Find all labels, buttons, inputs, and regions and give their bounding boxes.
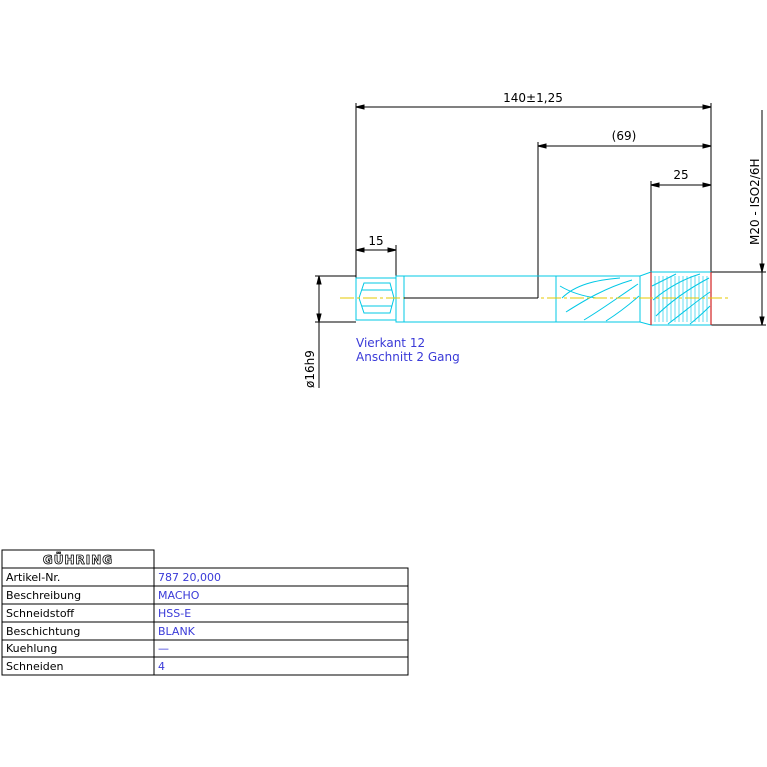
row-value-description: MACHO bbox=[158, 589, 200, 602]
thread-length-label: 25 bbox=[673, 168, 688, 182]
row-label-description: Beschreibung bbox=[6, 589, 81, 602]
row-label-material: Schneidstoff bbox=[6, 607, 75, 620]
row-label-article: Artikel-Nr. bbox=[6, 571, 60, 584]
thread-spec-label: M20 - ISO2/6H bbox=[748, 158, 762, 245]
row-label-cooling: Kuehlung bbox=[6, 642, 57, 655]
row-label-coating: Beschichtung bbox=[6, 625, 80, 638]
row-value-article: 787 20,000 bbox=[158, 571, 221, 584]
square-length-label: 15 bbox=[368, 234, 383, 248]
note-chamfer: Anschnitt 2 Gang bbox=[356, 350, 460, 364]
row-value-coating: BLANK bbox=[158, 625, 196, 638]
shank-diameter-label: ø16h9 bbox=[303, 350, 317, 388]
row-value-cutting-edges: 4 bbox=[158, 660, 165, 673]
row-value-cooling: — bbox=[158, 642, 169, 655]
row-label-cutting-edges: Schneiden bbox=[6, 660, 64, 673]
overall-length-label: 140±1,25 bbox=[503, 91, 563, 105]
ref-length-label: (69) bbox=[612, 129, 637, 143]
technical-drawing: 140±1,25 (69) 25 15 ø16h9 M20 - ISO2/6H bbox=[1, 91, 766, 676]
company-logo: GÜHRING bbox=[43, 552, 113, 567]
row-value-material: HSS-E bbox=[158, 607, 191, 620]
thread-hatching bbox=[654, 276, 708, 322]
note-square: Vierkant 12 bbox=[356, 336, 425, 350]
